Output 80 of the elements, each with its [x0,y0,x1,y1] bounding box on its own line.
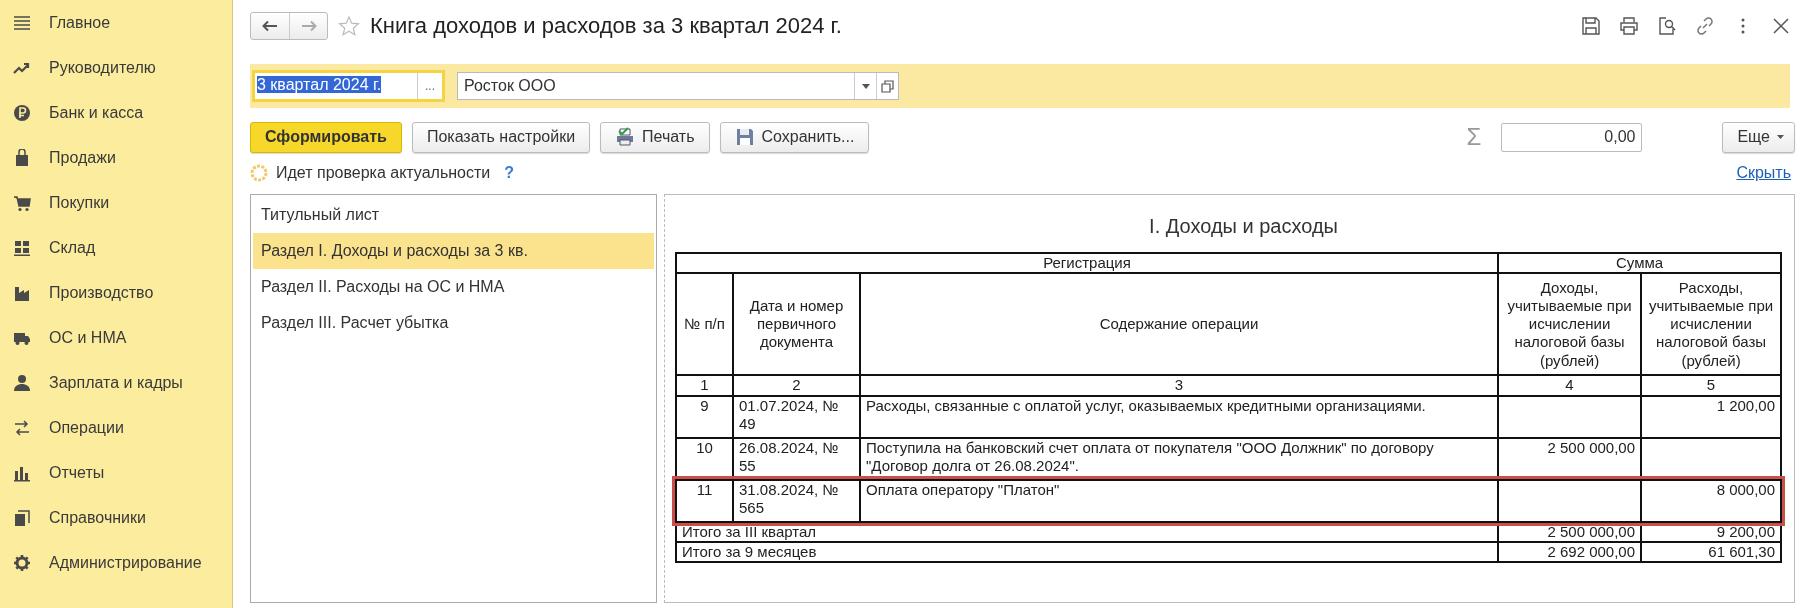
report-title: I. Доходы и расходы [1148,215,1339,238]
printer-icon [615,127,636,147]
column-number: 4 [1498,375,1642,396]
table-cell: 01.07.2024, № 49 [733,395,860,438]
sidebar-item[interactable]: Отчеты [0,450,232,495]
right-arrow-icon [300,20,317,32]
sidebar-item[interactable]: Производство [0,270,232,315]
sum-symbol: Σ [1466,123,1482,151]
organization-field[interactable]: Росток ООО [457,72,899,100]
column-header: Доходы, учитываемые при исчислении налоговой базы (рублей) [1498,273,1642,376]
close-icon[interactable] [1771,16,1791,36]
window-icon [881,79,894,93]
print-button[interactable]: Печать [600,121,710,153]
column-header: Расходы, учитываемые при исчислении налоговой базы (рублей) [1641,273,1782,376]
period-field[interactable]: 3 квартал 2024 г. ... [252,70,445,102]
preview-icon[interactable] [1657,16,1677,36]
sidebar-item[interactable]: Операции [0,405,232,450]
sidebar-item[interactable]: Справочники [0,495,232,540]
link-icon[interactable] [1695,16,1715,36]
caret-icon [1777,135,1784,139]
settings-button[interactable]: Показать настройки [411,121,591,153]
column-number: 1 [676,375,733,396]
left-arrow-icon [262,20,278,32]
star-icon[interactable] [338,15,360,37]
table-cell: 1 200,00 [1641,395,1782,438]
column-number: 5 [1641,375,1782,396]
boxes-icon [13,238,31,257]
column-header: Содержание операции [860,273,1499,376]
section-item[interactable]: Раздел I. Доходы и расходы за 3 кв. [253,233,654,269]
table-cell: 61 601,30 [1641,541,1782,563]
table-cell: 9 [676,395,733,438]
documents-icon [13,508,31,527]
table-cell: Расходы, связанные с оплатой услуг, оказываемых кредитными организациями. [860,395,1499,438]
section-item[interactable]: Раздел II. Расходы на ОС и НМА [253,269,654,305]
table-cell: Поступила на банковский счет оплата от покупателя "ООО Должник" по договору "Договор долга от 26.08.2024". [860,437,1499,480]
table-cell: Оплата оператору "Платон" [860,479,1499,522]
window-title: Книга доходов и расходов за 3 квартал 2024 г. [370,13,843,39]
sidebar-item[interactable]: Продажи [0,135,232,180]
sum-field[interactable]: 0,00 [1501,122,1643,152]
total-label: Итого за 9 месяцев [676,541,1499,563]
hide-link[interactable]: Скрыть [1736,164,1791,182]
menu-icon [13,13,31,32]
table-cell: 31.08.2024, № 565 [733,479,860,522]
save-icon[interactable] [1581,16,1601,36]
sidebar-item[interactable]: Склад [0,225,232,270]
section-item[interactable]: Титульный лист [253,197,654,233]
person-icon [13,373,31,392]
sidebar-item[interactable]: Руководителю [0,45,232,90]
sidebar-item[interactable]: Зарплата и кадры [0,360,232,405]
sidebar-item[interactable]: Администрирование [0,540,232,585]
table-cell: 11 [676,479,733,522]
save-button[interactable]: Сохранить... [719,121,870,153]
more-button[interactable]: Еще [1722,121,1795,153]
cart-icon [13,193,31,212]
table-header: Регистрация [676,253,1499,274]
table-cell: 8 000,00 [1641,479,1782,522]
ruble-coin-icon [13,103,31,122]
column-header: № п/п [676,273,733,376]
loading-spinner-icon [250,164,268,182]
table-cell: 2 692 000,00 [1498,541,1642,563]
print-icon[interactable] [1619,16,1639,36]
generate-button[interactable]: Сформировать [250,121,402,153]
shopping-bag-icon [13,148,31,167]
table-cell: 2 500 000,00 [1498,437,1642,480]
table-cell: 26.08.2024, № 55 [733,437,860,480]
help-link[interactable]: ? [504,164,514,182]
caret-icon [861,83,870,89]
column-number: 3 [860,375,1499,396]
section-item[interactable]: Раздел III. Расчет убытка [253,305,654,341]
status-text: Идет проверка актуальности [276,164,491,182]
column-number: 2 [733,375,860,396]
table-header: Сумма [1498,253,1782,274]
sidebar-item[interactable]: Покупки [0,180,232,225]
table-cell: 10 [676,437,733,480]
swap-icon [13,418,31,437]
sidebar-item[interactable]: Банк и касса [0,90,232,135]
sidebar-item[interactable]: Главное [0,0,232,45]
gear-icon [13,553,31,572]
sidebar-item[interactable]: ОС и НМА [0,315,232,360]
column-header: Дата и номер первичного документа [733,273,860,376]
